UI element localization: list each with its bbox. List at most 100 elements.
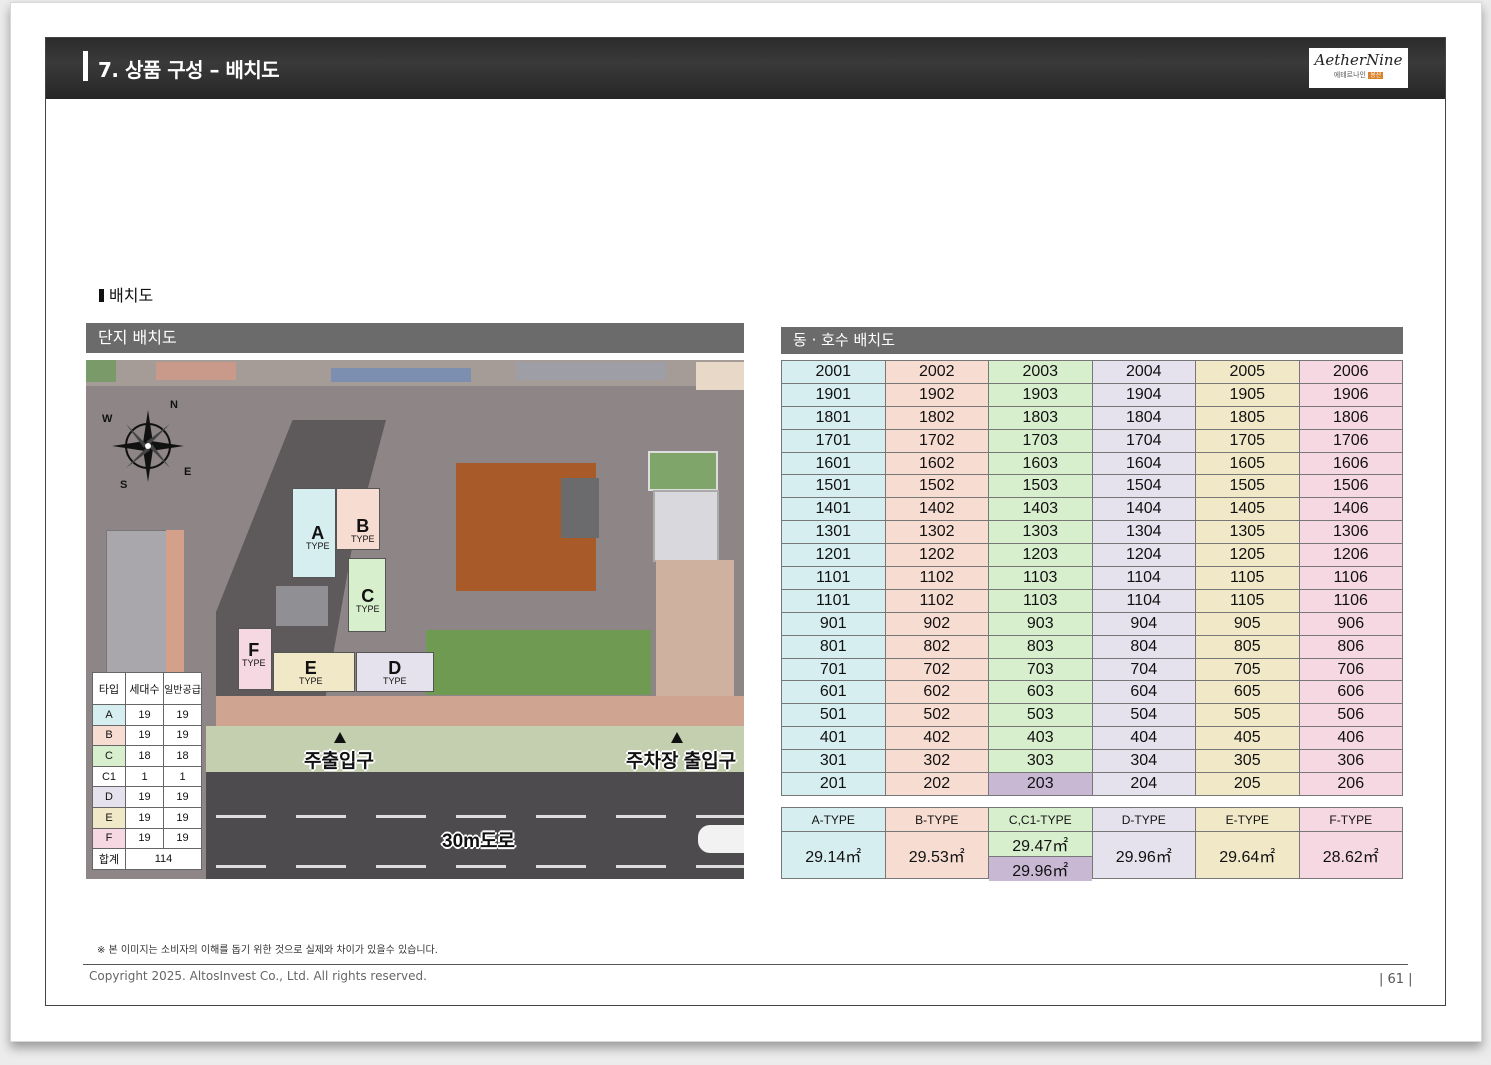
legend-cell: 1 — [163, 765, 202, 788]
unit-cell: 1106 — [1298, 588, 1403, 613]
legend-cell: D — [92, 786, 126, 808]
legend-header-type: 타입 — [92, 672, 126, 705]
legend-cell: A — [92, 704, 126, 726]
unit-row: 901 902 903 904 905 906 — [781, 611, 1403, 636]
unit-cell: 1701 — [781, 428, 886, 453]
legend-cell: 19 — [125, 806, 164, 829]
unit-cell: 2002 — [884, 360, 989, 384]
unit-cell: 1502 — [884, 474, 989, 499]
title-bar-marker — [83, 51, 88, 81]
unit-cell: 2004 — [1091, 360, 1196, 384]
unit-cell: 406 — [1298, 726, 1403, 751]
unit-cell: 701 — [781, 657, 886, 682]
core-block — [276, 586, 328, 626]
unit-cell: 1405 — [1195, 497, 1300, 522]
unit-cell: 503 — [988, 703, 1093, 728]
type-a-word: TYPE — [306, 541, 330, 551]
unit-cell: 1503 — [988, 474, 1093, 499]
unit-cell: 506 — [1298, 703, 1403, 728]
left-building — [106, 530, 171, 680]
unit-row: 1901 1902 1903 1904 1905 1906 — [781, 382, 1403, 407]
type-e-letter: E — [304, 658, 317, 678]
section-heading: 배치도 — [99, 282, 153, 306]
legend-cell: 19 — [163, 827, 202, 850]
unit-cell: 1604 — [1091, 451, 1196, 476]
unit-cell: 1306 — [1298, 520, 1403, 545]
unit-cell: 1102 — [884, 588, 989, 613]
top-building-4 — [696, 362, 744, 390]
unit-cell: 603 — [988, 680, 1093, 705]
unit-cell: 705 — [1195, 657, 1300, 682]
unit-cell: 1605 — [1195, 451, 1300, 476]
unit-cell: 1406 — [1298, 497, 1403, 522]
type-e-word: TYPE — [299, 676, 323, 686]
type-header: D-TYPE — [1091, 807, 1196, 832]
logo-sub: 에테르나인 용산 — [1309, 70, 1408, 80]
site-plan-image: A TYPE B TYPE C TYPE F TYPE E TYPE D TYPE 주출입구… — [86, 360, 744, 879]
type-area-c1: 29.96㎡ — [989, 856, 1092, 881]
unit-row: 1401 1402 1403 1404 1405 1406 — [781, 497, 1403, 522]
unit-row: 1301 1302 1303 1304 1305 1306 — [781, 520, 1403, 545]
logo-name: AetherNine — [1314, 51, 1403, 69]
unit-cell: 2003 — [988, 360, 1093, 384]
legend-header-general: 일반공급 — [163, 672, 202, 705]
main-entrance-arrow — [334, 732, 346, 743]
unit-row: 1101 1102 1103 1104 1105 1106 — [781, 566, 1403, 590]
top-building-2 — [331, 368, 471, 382]
type-area-a: 29.14㎡ — [781, 831, 886, 879]
unit-cell: 904 — [1091, 611, 1196, 636]
lane-line-2 — [216, 865, 744, 868]
unit-cell: 1505 — [1195, 474, 1300, 499]
type-b-label: B TYPE — [351, 517, 375, 544]
type-area-b: 29.53㎡ — [884, 831, 989, 879]
type-a-letter: A — [311, 523, 325, 543]
unit-cell: 703 — [988, 657, 1093, 682]
type-d-letter: D — [388, 658, 402, 678]
unit-row: 801 802 803 804 805 806 — [781, 634, 1403, 659]
unit-cell: 1401 — [781, 497, 886, 522]
unit-cell: 1705 — [1195, 428, 1300, 453]
legend-cell: 1 — [125, 765, 164, 788]
unit-cell: 304 — [1091, 749, 1196, 774]
unit-cell: 906 — [1298, 611, 1403, 636]
unit-cell: 902 — [884, 611, 989, 636]
logo-tag: 용산 — [1368, 72, 1384, 79]
section-heading-text: 배치도 — [109, 286, 154, 305]
parking-entrance-label: 주차장 출입구 — [626, 751, 737, 772]
unit-cell: 1204 — [1091, 543, 1196, 568]
type-area-d: 29.96㎡ — [1091, 831, 1196, 879]
unit-cell: 1101 — [781, 588, 886, 613]
unit-cell: 205 — [1195, 772, 1300, 796]
road-label: 30m도로 — [442, 831, 515, 852]
unit-cell: 203 — [988, 772, 1093, 796]
legend-row: C 18 18 — [92, 745, 202, 767]
compass-w: W — [102, 413, 113, 425]
unit-cell: 1104 — [1091, 588, 1196, 613]
sidewalk-pink — [216, 696, 744, 726]
unit-cell: 1804 — [1091, 405, 1196, 430]
disclaimer-note: ※ 본 이미지는 소비자의 이해를 돕기 위한 것으로 실제와 차이가 있을수 … — [97, 945, 438, 956]
unit-cell: 206 — [1298, 772, 1403, 796]
legend-row: F 19 19 — [92, 827, 202, 850]
unit-cell: 1403 — [988, 497, 1093, 522]
type-header: B-TYPE — [884, 807, 989, 832]
unit-cell: 604 — [1091, 680, 1196, 705]
unit-cell: 905 — [1195, 611, 1300, 636]
page-number: | 61 | — [1379, 972, 1413, 987]
unit-cell: 1601 — [781, 451, 886, 476]
unit-cell: 505 — [1195, 703, 1300, 728]
legend-row: D 19 19 — [92, 786, 202, 808]
lawn-area — [426, 630, 651, 695]
unit-row: 701 702 703 704 705 706 — [781, 657, 1403, 682]
unit-cell: 1801 — [781, 405, 886, 430]
type-c-label: C TYPE — [356, 587, 380, 614]
unit-cell: 301 — [781, 749, 886, 774]
unit-cell: 1104 — [1091, 566, 1196, 590]
type-a-label: A TYPE — [306, 523, 330, 551]
unit-cell: 1704 — [1091, 428, 1196, 453]
right-building — [653, 490, 719, 562]
unit-row: 401 402 403 404 405 406 — [781, 726, 1403, 751]
unit-cell: 806 — [1298, 634, 1403, 659]
unit-cell: 306 — [1298, 749, 1403, 774]
right-green-roof — [648, 451, 718, 491]
